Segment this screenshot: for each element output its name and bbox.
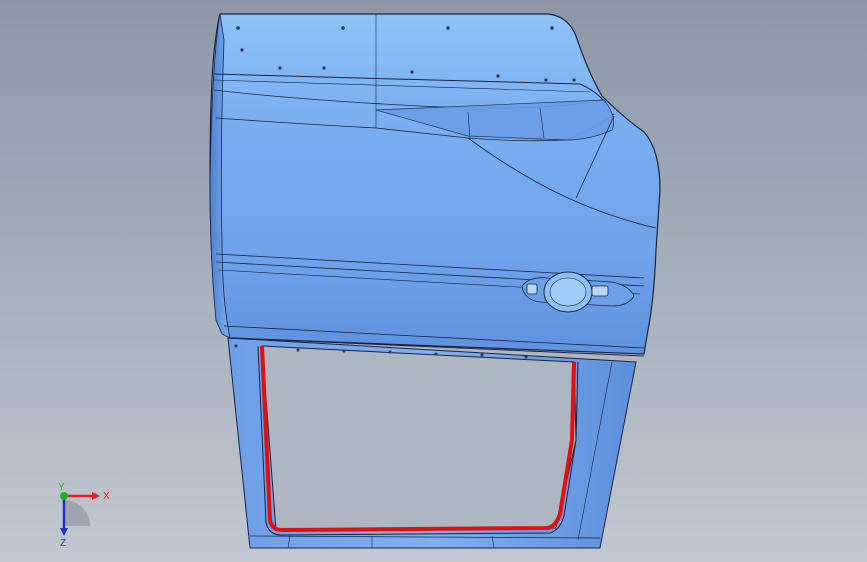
door-panel-model[interactable] — [0, 0, 867, 562]
orientation-triad: X Y Z — [58, 482, 110, 548]
x-axis-label: X — [103, 491, 110, 502]
z-axis-label: Z — [60, 538, 66, 548]
window-opening — [261, 345, 577, 531]
y-axis-label: Y — [58, 482, 65, 493]
y-axis-dot — [60, 492, 68, 500]
cad-viewport[interactable]: X Y Z — [0, 0, 867, 562]
triad-shadow — [64, 500, 90, 526]
